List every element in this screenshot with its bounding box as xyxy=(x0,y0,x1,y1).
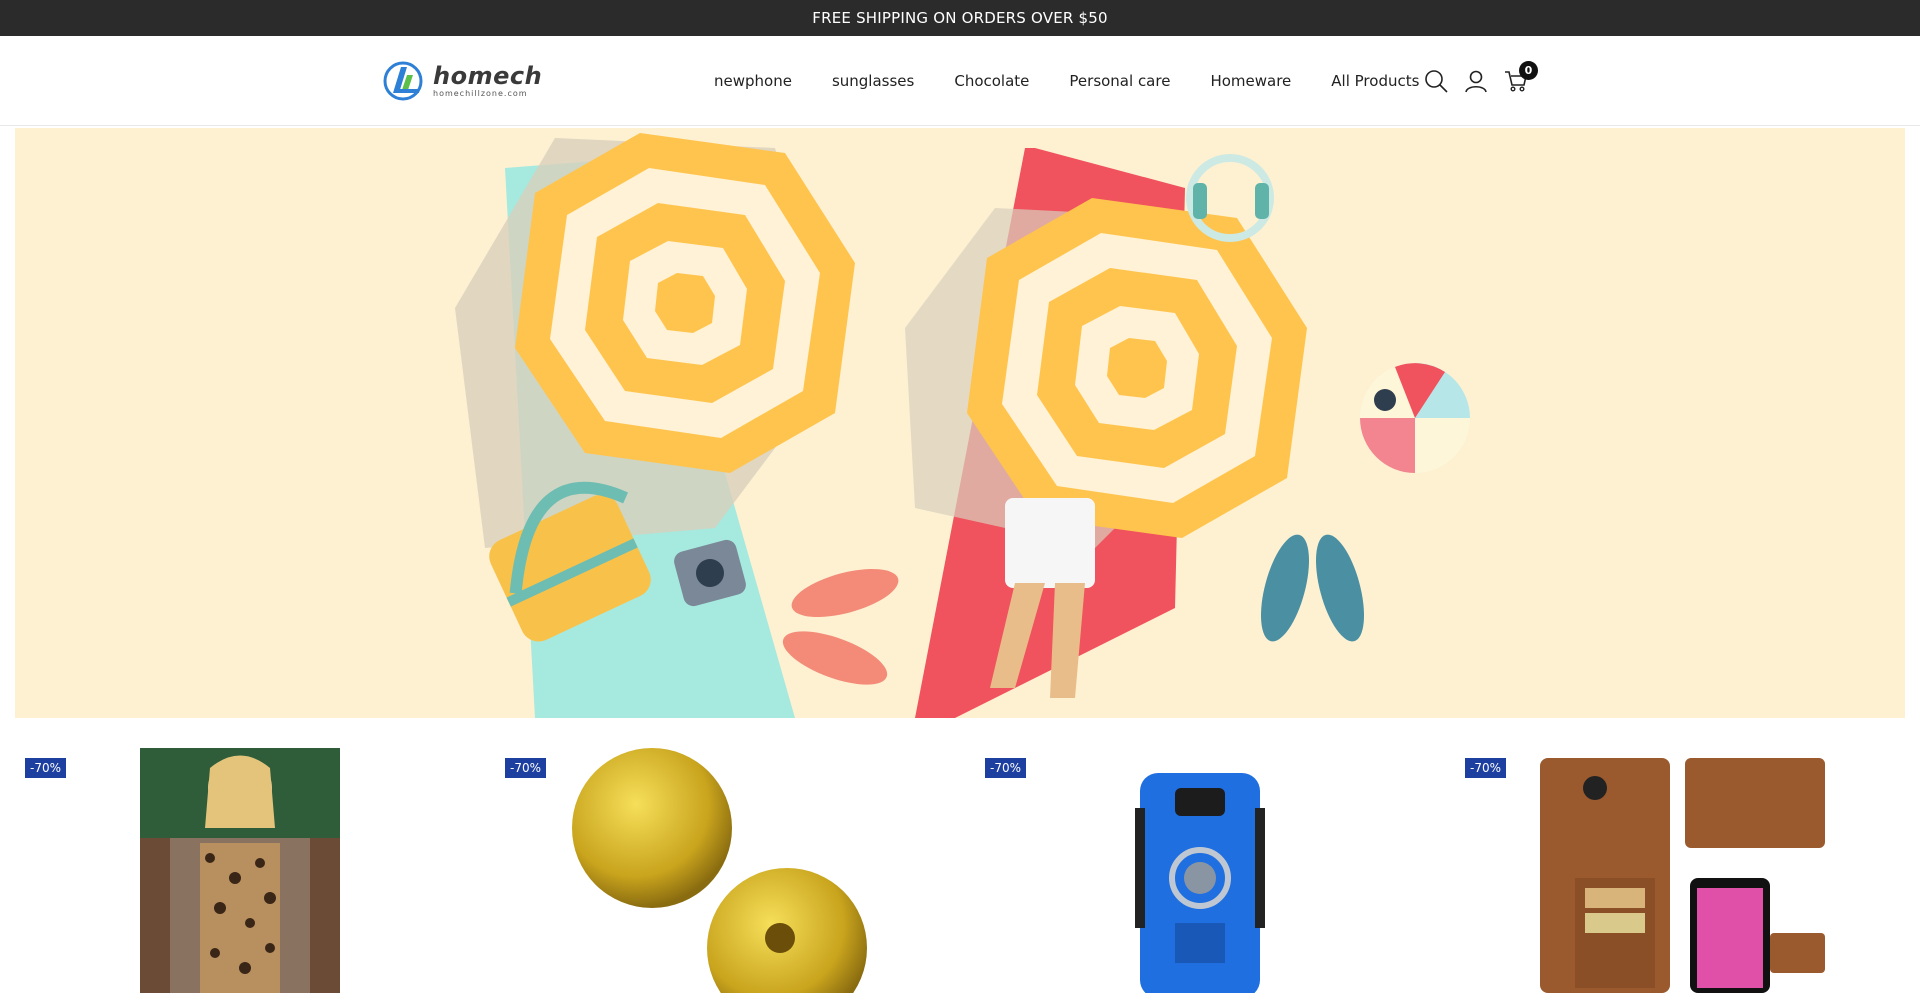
discount-badge: -70% xyxy=(505,758,547,778)
nav-item-personal-care[interactable]: Personal care xyxy=(1069,72,1170,90)
discount-badge: -70% xyxy=(1465,758,1507,778)
product-grid: -70% -70% -70% -70% xyxy=(0,748,1920,993)
product-card[interactable]: -70% xyxy=(15,748,475,993)
search-icon[interactable] xyxy=(1424,69,1448,93)
main-nav: newphone sunglasses Chocolate Personal c… xyxy=(714,36,1459,126)
nav-item-newphone[interactable]: newphone xyxy=(714,72,792,90)
product-image-brown-wallet-case[interactable] xyxy=(1535,748,1835,993)
product-image-leopard-jacket[interactable] xyxy=(140,748,340,993)
nav-item-all-products[interactable]: All Products xyxy=(1331,72,1419,90)
beach-ball xyxy=(1360,363,1470,473)
discount-badge: -70% xyxy=(25,758,67,778)
left-umbrella xyxy=(515,133,855,473)
announcement-text: FREE SHIPPING ON ORDERS OVER $50 xyxy=(812,9,1108,27)
brand-name: homech xyxy=(433,62,543,90)
product-image-gold-beads[interactable] xyxy=(565,748,875,993)
brand-logo[interactable]: homech homechillzone.com xyxy=(383,61,542,101)
brand-tagline: homechillzone.com xyxy=(433,89,528,98)
nav-item-chocolate[interactable]: Chocolate xyxy=(954,72,1029,90)
right-umbrella xyxy=(967,198,1307,538)
product-card[interactable]: -70% xyxy=(495,748,955,993)
site-header: homech homechillzone.com newphone sungla… xyxy=(0,36,1920,126)
product-card[interactable]: -70% xyxy=(975,748,1435,993)
announcement-bar: FREE SHIPPING ON ORDERS OVER $50 xyxy=(0,0,1920,36)
product-card[interactable]: -70% xyxy=(1455,748,1915,993)
logo-icon xyxy=(383,61,423,101)
user-icon[interactable] xyxy=(1464,69,1488,93)
beach-illustration xyxy=(455,133,1470,718)
header-icons: 0 xyxy=(1424,36,1538,126)
hero-banner[interactable] xyxy=(15,128,1905,718)
nav-item-homeware[interactable]: Homeware xyxy=(1210,72,1291,90)
product-image-blue-phone-case[interactable] xyxy=(1135,748,1265,993)
nav-item-sunglasses[interactable]: sunglasses xyxy=(832,72,914,90)
discount-badge: -70% xyxy=(985,758,1027,778)
cart-icon[interactable]: 0 xyxy=(1504,61,1538,93)
cart-count-badge: 0 xyxy=(1519,61,1538,80)
